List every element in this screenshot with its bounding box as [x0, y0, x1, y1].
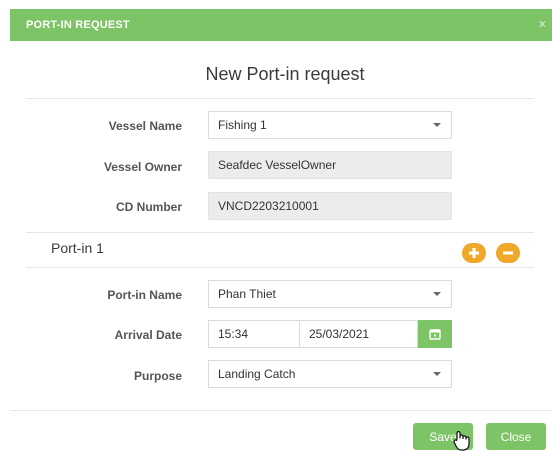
port-in-name-select[interactable]: Phan Thiet [208, 280, 452, 308]
port-in-section-title: Port-in 1 [51, 240, 104, 256]
purpose-label: Purpose [133, 369, 182, 383]
arrival-date-input[interactable]: 25/03/2021 [300, 320, 418, 348]
vessel-owner-label: Vessel Owner [103, 160, 182, 174]
cd-number-field: VNCD2203210001 [208, 192, 452, 220]
calendar-button[interactable] [418, 320, 452, 348]
minus-icon [503, 251, 513, 255]
divider [26, 98, 534, 99]
port-in-name-label: Port-in Name [107, 288, 182, 302]
vessel-owner-field: Seafdec VesselOwner [208, 151, 452, 179]
remove-port-button[interactable] [496, 243, 520, 263]
cd-number-label: CD Number [115, 200, 182, 214]
vessel-name-value: Fishing 1 [218, 118, 267, 132]
calendar-icon [429, 329, 441, 340]
dialog-header-title: PORT-IN REQUEST [26, 19, 130, 31]
arrival-time-value: 15:34 [218, 327, 249, 341]
chevron-down-icon [433, 372, 441, 376]
dialog-title: New Port-in request [205, 64, 365, 84]
dialog-header: PORT-IN REQUEST × [10, 9, 552, 41]
purpose-value: Landing Catch [218, 367, 296, 381]
vessel-owner-value: Seafdec VesselOwner [218, 158, 337, 172]
arrival-time-input[interactable]: 15:34 [208, 320, 300, 348]
chevron-down-icon [433, 292, 441, 296]
close-button[interactable]: Close [486, 423, 546, 450]
plus-icon [469, 248, 479, 258]
vessel-name-select[interactable]: Fishing 1 [208, 111, 452, 139]
add-port-button[interactable] [462, 243, 486, 263]
arrival-date-value: 25/03/2021 [309, 327, 370, 341]
port-in-name-value: Phan Thiet [218, 287, 276, 301]
purpose-select[interactable]: Landing Catch [208, 360, 452, 388]
arrival-date-label: Arrival Date [114, 328, 182, 342]
vessel-name-label: Vessel Name [108, 119, 182, 133]
close-icon[interactable]: × [539, 17, 546, 31]
hand-cursor-icon [453, 430, 470, 451]
cd-number-value: VNCD2203210001 [218, 199, 319, 213]
divider [10, 410, 552, 411]
divider [26, 232, 534, 233]
chevron-down-icon [433, 123, 441, 127]
divider [26, 267, 534, 268]
